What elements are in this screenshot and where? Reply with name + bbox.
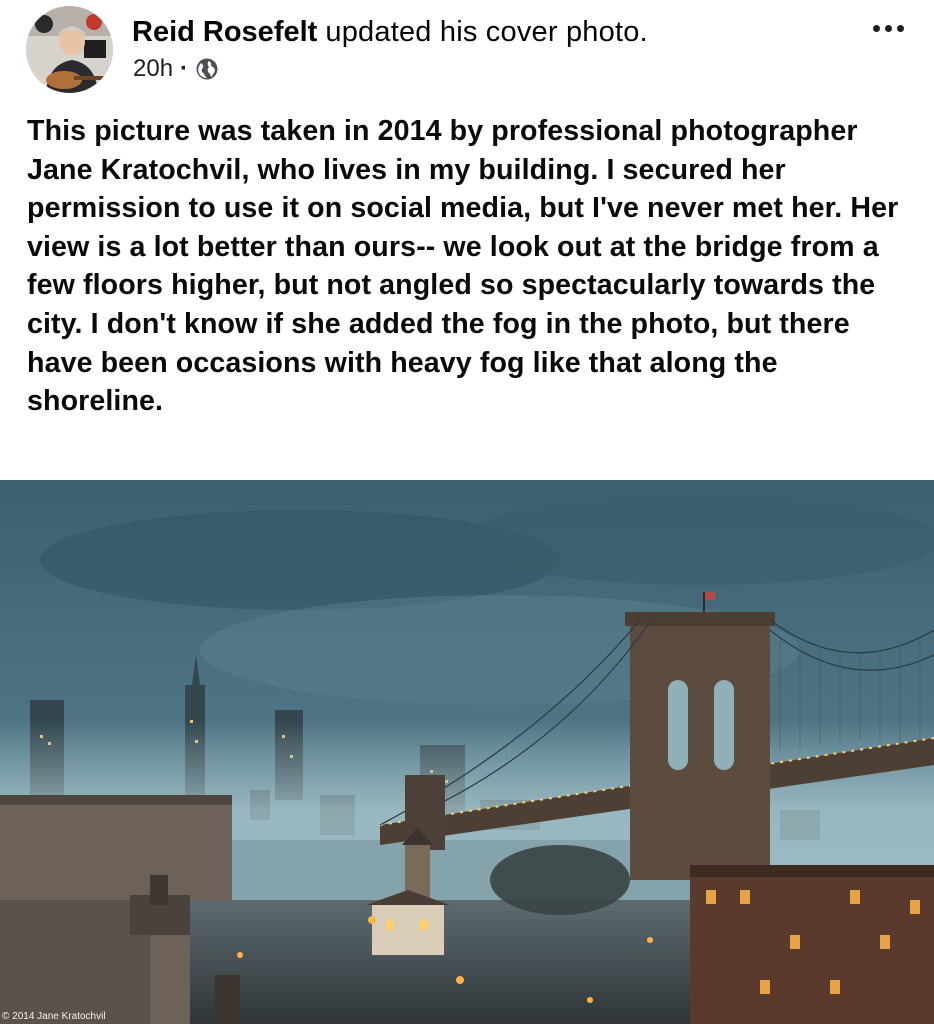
cover-photo[interactable]: © 2014 Jane Kratochvil [0,480,934,1024]
post-text: This picture was taken in 2014 by profes… [27,115,899,418]
post-timestamp[interactable]: 20h [133,54,173,84]
post-action-text: updated his cover photo. [325,16,648,48]
more-options-icon[interactable] [862,10,914,46]
avatar-image [26,6,113,93]
globe-icon[interactable] [195,57,219,81]
author-name-link[interactable]: Reid Rosefelt [132,16,317,48]
avatar[interactable] [26,6,113,93]
post-meta: 20h · [133,54,219,84]
bridge-photo-image [0,480,934,1024]
post-header: Reid Rosefelt updated his cover photo. 2… [0,0,934,100]
meta-separator: · [180,55,189,82]
post-title-line: Reid Rosefelt updated his cover photo. [132,14,648,50]
photo-credit: © 2014 Jane Kratochvil [2,1011,106,1022]
